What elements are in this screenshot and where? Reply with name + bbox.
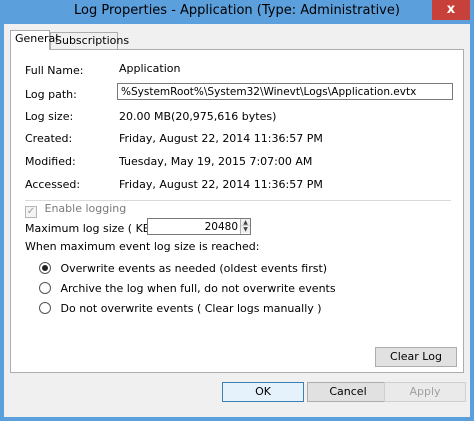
cancel-button[interactable]: Cancel [307,382,389,402]
policy-overwrite-label: Overwrite events as needed (oldest event… [60,262,328,275]
radio-do-not-overwrite[interactable] [39,302,51,314]
when-max-label: When maximum event log size is reached: [25,240,260,253]
window-title: Log Properties - Application (Type: Admi… [74,3,400,18]
ok-button[interactable]: OK [222,382,304,402]
clear-log-button[interactable]: Clear Log [375,347,457,367]
close-button[interactable]: x [432,0,470,20]
apply-button: Apply [384,382,466,402]
divider [25,200,451,201]
accessed-value: Friday, August 22, 2014 11:36:57 PM [119,178,323,191]
radio-overwrite[interactable] [39,262,51,274]
spin-up-icon[interactable]: ▲ [241,219,250,226]
policy-do-not-overwrite[interactable]: Do not overwrite events ( Clear logs man… [39,302,322,315]
title-bar[interactable]: Log Properties - Application (Type: Admi… [0,0,474,24]
max-size-spinner[interactable]: ▲ ▼ [147,218,251,235]
modified-value: Tuesday, May 19, 2015 7:07:00 AM [119,155,313,168]
dialog-client: General Subscriptions Full Name: Applica… [4,24,470,417]
radio-archive[interactable] [39,282,51,294]
max-size-label: Maximum log size ( KB ): [25,222,162,235]
enable-logging-label: Enable logging [44,202,127,215]
spinner-buttons: ▲ ▼ [240,219,250,234]
policy-do-not-overwrite-label: Do not overwrite events ( Clear logs man… [60,302,322,315]
policy-archive-label: Archive the log when full, do not overwr… [60,282,336,295]
close-icon: x [446,2,456,17]
log-size-value: 20.00 MB(20,975,616 bytes) [119,110,277,123]
log-path-label: Log path: [25,88,77,101]
accessed-label: Accessed: [25,178,81,191]
tab-general[interactable]: General [10,30,58,50]
enable-logging-checkbox[interactable]: ✓ [25,206,37,218]
max-size-input[interactable] [148,219,240,234]
tab-subscriptions[interactable]: Subscriptions [50,32,129,49]
log-properties-window: Log Properties - Application (Type: Admi… [0,0,474,421]
general-panel: Full Name: Application Log path: Log siz… [10,49,464,373]
log-size-label: Log size: [25,110,74,123]
full-name-label: Full Name: [25,64,84,77]
log-path-input[interactable] [117,83,453,100]
created-label: Created: [25,132,73,145]
full-name-value: Application [119,62,181,75]
modified-label: Modified: [25,155,76,168]
policy-overwrite[interactable]: Overwrite events as needed (oldest event… [39,262,327,275]
enable-logging-row[interactable]: ✓ Enable logging [25,202,126,218]
created-value: Friday, August 22, 2014 11:36:57 PM [119,132,323,145]
policy-archive[interactable]: Archive the log when full, do not overwr… [39,282,336,295]
spin-down-icon[interactable]: ▼ [241,226,250,233]
